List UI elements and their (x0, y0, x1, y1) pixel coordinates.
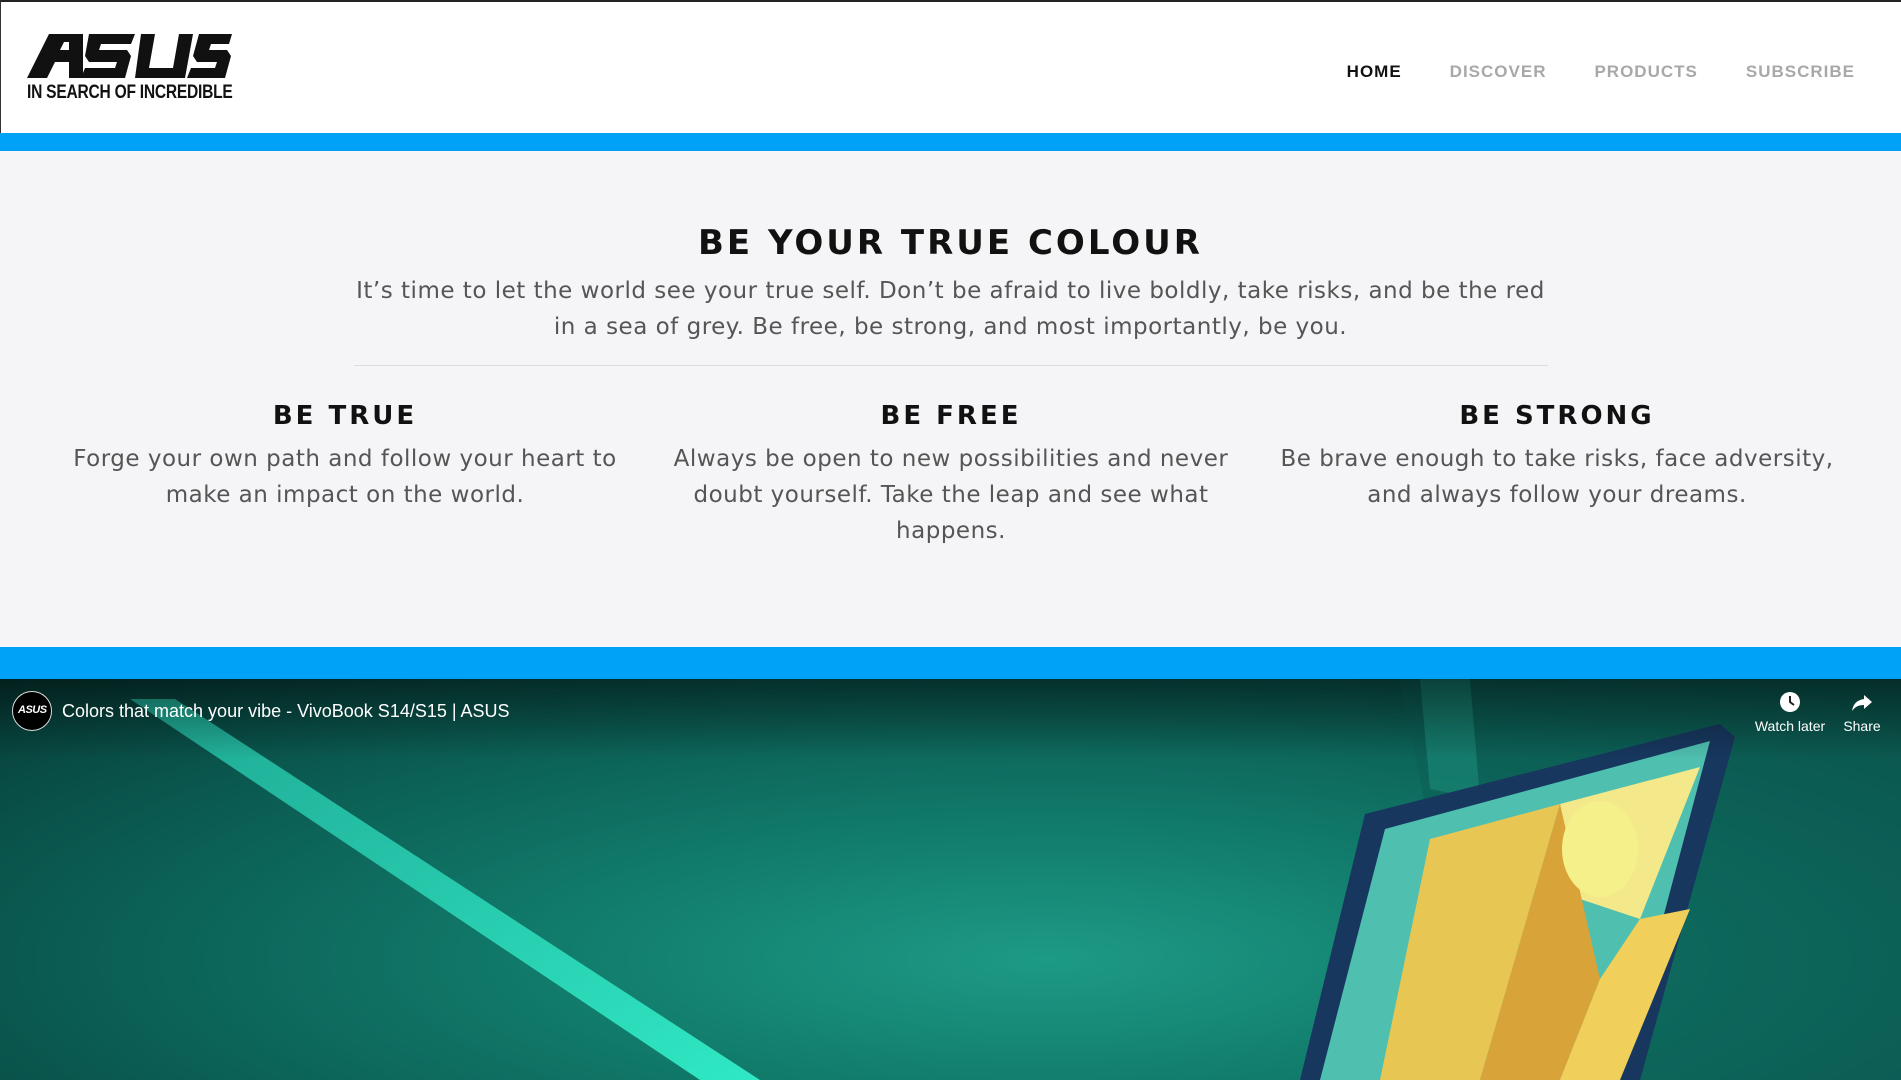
logo-tagline: IN SEARCH OF INCREDIBLE (27, 82, 233, 103)
video-title[interactable]: Colors that match your vibe - VivoBook S… (62, 701, 510, 722)
watch-later-button[interactable]: Watch later (1750, 691, 1830, 734)
share-arrow-icon (1852, 695, 1872, 711)
feature-be-true: BE TRUE Forge your own path and follow y… (65, 401, 625, 513)
feature-text: Always be open to new possibilities and … (673, 446, 1229, 544)
feature-title: BE STRONG (1459, 401, 1655, 431)
video-embed[interactable]: ASUS Colors that match your vibe - VivoB… (0, 679, 1901, 1080)
site-header: IN SEARCH OF INCREDIBLE HOME DISCOVER PR… (0, 0, 1901, 133)
feature-be-strong: BE STRONG Be brave enough to take risks,… (1277, 401, 1837, 513)
feature-title: BE FREE (880, 401, 1022, 431)
nav-discover[interactable]: DISCOVER (1450, 62, 1547, 82)
nav-subscribe[interactable]: SUBSCRIBE (1746, 62, 1855, 82)
channel-avatar-logo: ASUS (18, 704, 47, 716)
hero-divider (354, 365, 1548, 366)
accent-bar-top (0, 133, 1901, 151)
watch-later-label: Watch later (1754, 718, 1826, 734)
channel-avatar[interactable]: ASUS (12, 691, 52, 731)
main-nav: HOME DISCOVER PRODUCTS SUBSCRIBE (1347, 62, 1855, 82)
nav-products[interactable]: PRODUCTS (1594, 62, 1697, 82)
asus-logo[interactable]: IN SEARCH OF INCREDIBLE (27, 32, 233, 107)
share-label: Share (1843, 718, 1881, 734)
hero-intro: It’s time to let the world see your true… (356, 278, 1545, 340)
feature-title: BE TRUE (272, 401, 418, 431)
feature-text: Forge your own path and follow your hear… (73, 446, 617, 508)
asus-wordmark (27, 34, 232, 78)
clock-icon (1780, 692, 1800, 712)
accent-bar-middle (0, 647, 1901, 679)
hero-title: BE YOUR TRUE COLOUR (698, 223, 1203, 263)
hero-section: BE YOUR TRUE COLOUR It’s time to let the… (0, 151, 1901, 647)
nav-home[interactable]: HOME (1347, 62, 1402, 82)
share-button[interactable]: Share (1840, 691, 1884, 734)
feature-be-free: BE FREE Always be open to new possibilit… (671, 401, 1231, 549)
feature-text: Be brave enough to take risks, face adve… (1280, 446, 1834, 508)
